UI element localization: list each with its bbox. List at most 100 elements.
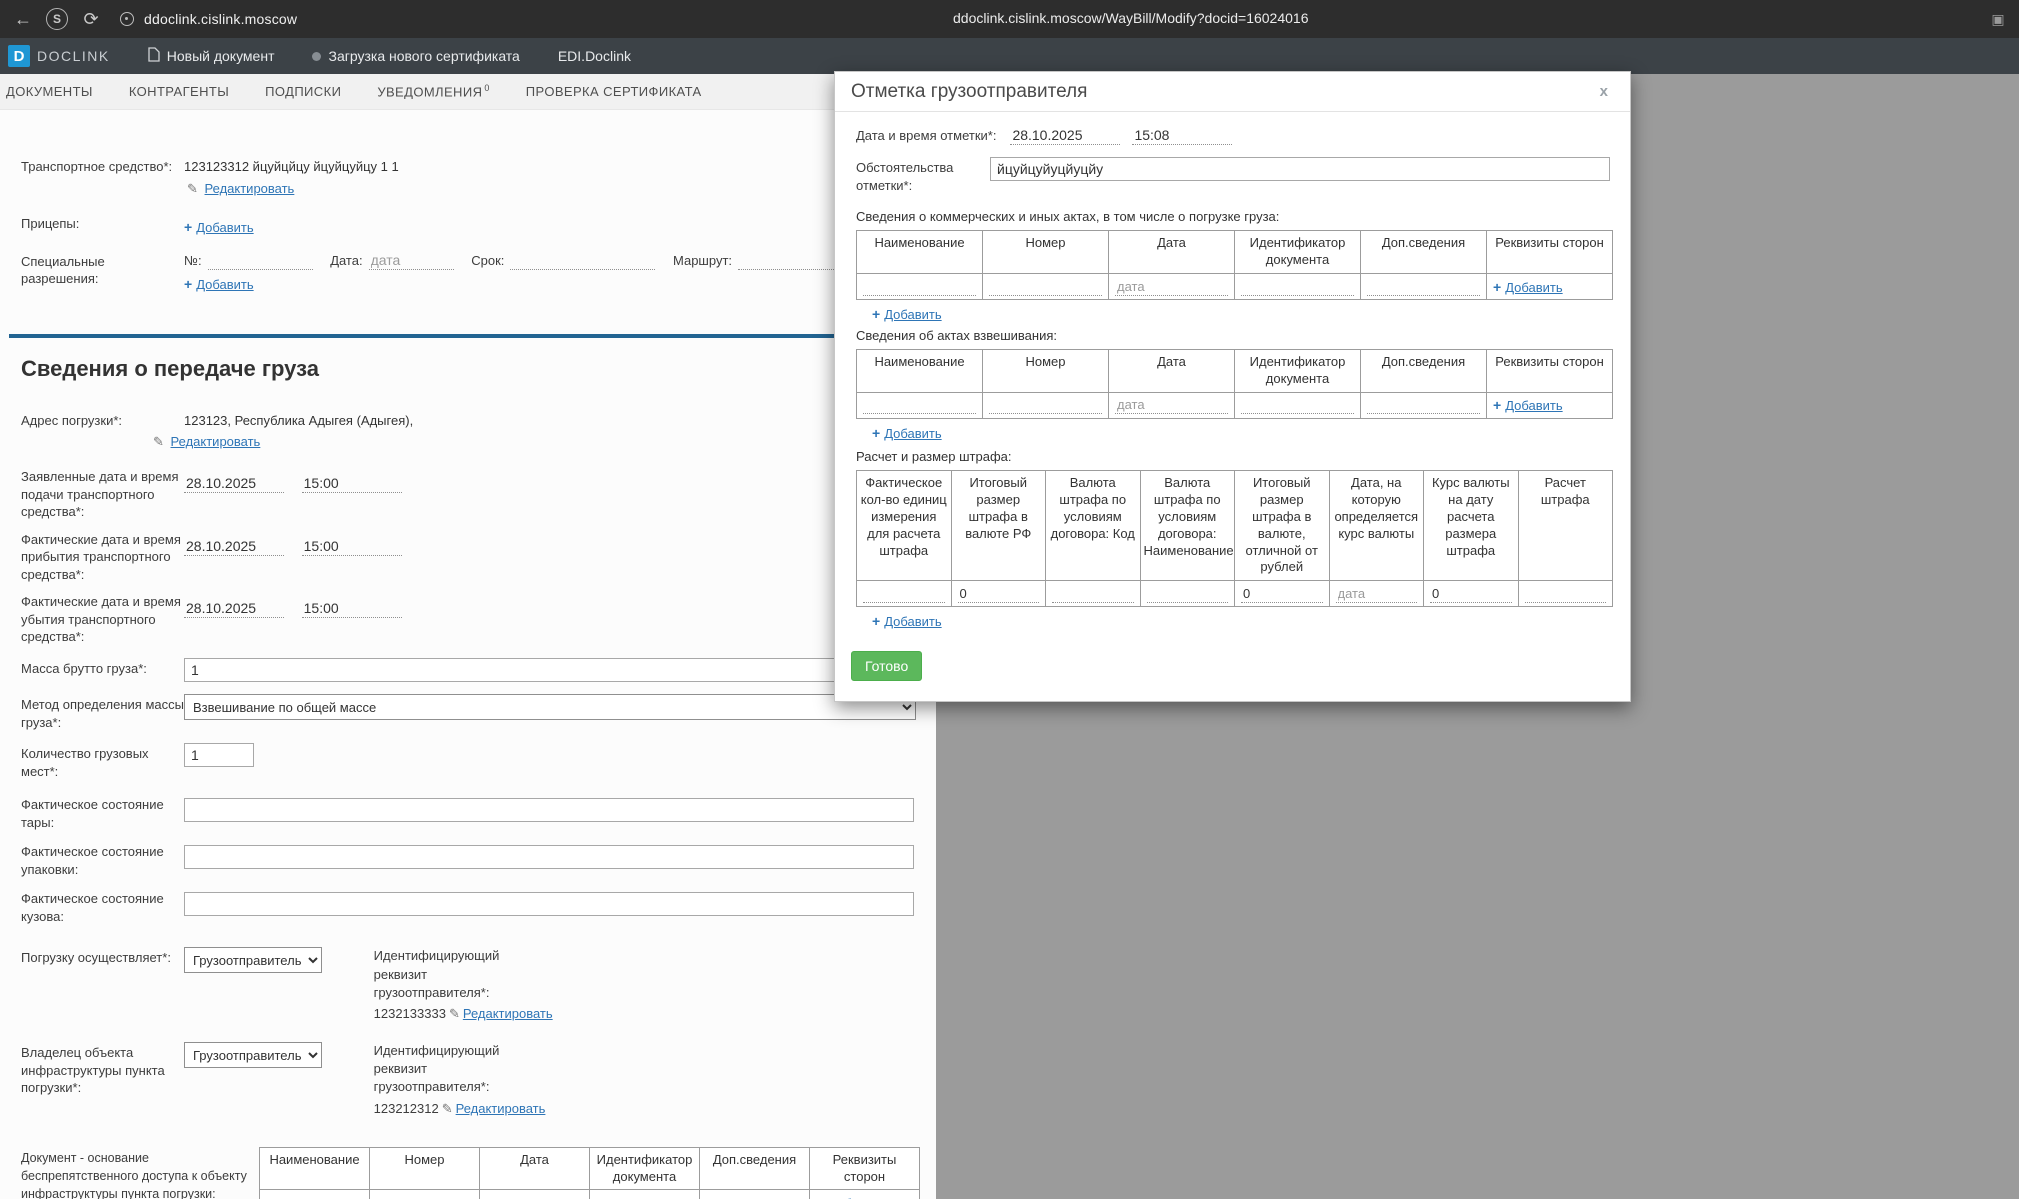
circumstances-label: Обстоятельства отметки*: <box>856 160 954 194</box>
act-name-input[interactable] <box>863 277 976 296</box>
upload-certificate-button[interactable]: Загрузка нового сертификата <box>312 48 520 64</box>
weighing-acts-data-row: +Добавить <box>856 391 1613 419</box>
cargo-places-row: Количество грузовых мест*: <box>21 743 914 780</box>
transfer-section-title: Сведения о передаче груза <box>21 355 319 381</box>
close-icon[interactable]: x <box>1594 81 1614 102</box>
doc-date-input[interactable] <box>486 1193 583 1199</box>
mark-date-input[interactable] <box>1010 126 1121 145</box>
special-permits-row: Специальные разрешения: №: Дата: Срок: М… <box>21 250 914 292</box>
doc-name-input[interactable] <box>266 1193 363 1199</box>
back-icon[interactable]: ← <box>10 6 36 32</box>
fine-foreign-sum-input[interactable] <box>1241 584 1323 603</box>
infra-owner-select[interactable]: Грузоотправитель <box>184 1042 322 1069</box>
declared-date-input[interactable] <box>184 474 284 494</box>
nav-certificate-check[interactable]: ПРОВЕРКА СЕРТИФИКАТА <box>526 84 702 99</box>
act-extra-input[interactable] <box>1367 277 1480 296</box>
gross-mass-input[interactable] <box>184 658 914 683</box>
loader-row: Погрузку осуществляет*: Грузоотправитель… <box>21 947 914 1022</box>
doc-extra-input[interactable] <box>706 1193 803 1199</box>
act-row-add-link[interactable]: + Добавить <box>1493 279 1563 295</box>
col-header: Идентификатор документа <box>1234 230 1361 275</box>
add-commercial-act-link[interactable]: + Добавить <box>872 306 942 322</box>
fine-rate-date-input[interactable] <box>1335 584 1417 603</box>
permit-term-input[interactable] <box>510 250 656 270</box>
permit-term-label: Срок: <box>471 252 505 268</box>
arrival-date-input[interactable] <box>184 536 284 556</box>
done-button[interactable]: Готово <box>851 651 923 682</box>
col-header: Расчет штрафа <box>1517 469 1613 582</box>
browser-chrome: ← S ⟳ ddoclink.cislink.moscow ddoclink.c… <box>0 0 2019 38</box>
declared-time-input[interactable] <box>301 474 402 494</box>
weigh-extra-input[interactable] <box>1367 396 1480 415</box>
col-header: Дата <box>1108 349 1235 393</box>
pencil-icon[interactable]: ✎ <box>449 1006 460 1021</box>
site-info-icon[interactable] <box>120 12 134 26</box>
loader-requisite-edit-link[interactable]: Редактировать <box>463 1006 553 1021</box>
circumstances-input[interactable] <box>990 157 1610 181</box>
tare-state-input[interactable] <box>184 798 914 823</box>
doclink-logo-icon[interactable]: D <box>8 45 30 67</box>
col-header: Итоговый размер штрафа в валюте, отлично… <box>1234 469 1330 582</box>
edi-doclink-link[interactable]: EDI.Doclink <box>558 48 631 64</box>
loading-address-row: Адрес погрузки*: 123123, Республика Адыг… <box>21 410 914 451</box>
add-weighing-act-link[interactable]: + Добавить <box>872 425 942 441</box>
address-bar[interactable]: ddoclink.cislink.moscow <box>120 11 297 27</box>
infra-owner-requisite-edit-link[interactable]: Редактировать <box>456 1101 546 1116</box>
col-header: Реквизиты сторон <box>1486 230 1613 275</box>
fine-rf-sum-input[interactable] <box>957 584 1039 603</box>
weigh-date-input[interactable] <box>1115 396 1228 415</box>
col-header: Наименование <box>856 349 983 393</box>
nav-counterparties[interactable]: КОНТРАГЕНТЫ <box>129 84 229 99</box>
act-id-input[interactable] <box>1241 277 1354 296</box>
act-date-input[interactable] <box>1115 277 1228 296</box>
address-edit-link[interactable]: Редактировать <box>171 434 261 449</box>
body-state-input[interactable] <box>184 892 914 917</box>
fine-currency-code-input[interactable] <box>1052 584 1134 603</box>
nav-notifications[interactable]: УВЕДОМЛЕНИЯ 0 <box>377 83 489 99</box>
add-permit-link[interactable]: + Добавить <box>184 276 254 292</box>
departure-time-input[interactable] <box>301 599 402 619</box>
refresh-icon[interactable]: ⟳ <box>78 6 104 32</box>
transport-edit-link[interactable]: Редактировать <box>205 181 295 196</box>
nav-documents[interactable]: ДОКУМЕНТЫ <box>6 84 93 99</box>
weigh-name-input[interactable] <box>863 396 976 415</box>
add-trailer-link[interactable]: + Добавить <box>184 219 254 235</box>
add-fine-link[interactable]: + Добавить <box>872 613 942 629</box>
access-doc-header-row: Наименование Номер Дата Идентификатор до… <box>259 1146 920 1191</box>
brand-name[interactable]: DOCLINK <box>37 48 110 64</box>
weigh-row-add-link[interactable]: + Добавить <box>1493 397 1563 413</box>
modal-title: Отметка грузоотправителя <box>851 80 1088 102</box>
permit-date-input[interactable] <box>368 250 454 270</box>
extension-s-icon[interactable]: S <box>46 8 68 30</box>
cargo-places-input[interactable] <box>184 743 254 768</box>
packaging-state-input[interactable] <box>184 845 914 870</box>
col-header: Номер <box>982 349 1109 393</box>
permit-number-input[interactable] <box>207 250 313 270</box>
departure-date-input[interactable] <box>184 599 284 619</box>
browser-extension-icon[interactable]: ▣ <box>1985 6 2011 32</box>
pencil-icon[interactable]: ✎ <box>187 181 198 196</box>
pencil-icon[interactable]: ✎ <box>442 1101 453 1116</box>
loader-select[interactable]: Грузоотправитель <box>184 947 322 974</box>
fine-rate-input[interactable] <box>1430 584 1512 603</box>
fine-currency-name-input[interactable] <box>1146 584 1228 603</box>
tare-state-row: Фактическое состояние тары: <box>21 794 914 831</box>
act-number-input[interactable] <box>989 277 1102 296</box>
permit-date-label: Дата: <box>330 252 363 268</box>
declared-datetime-label: Заявленные дата и время подачи транспорт… <box>21 469 179 520</box>
weigh-number-input[interactable] <box>989 396 1102 415</box>
new-document-button[interactable]: Новый документ <box>148 47 274 65</box>
arrival-time-input[interactable] <box>301 536 402 556</box>
loader-requisite-block: Идентифицирующий реквизит грузоотправите… <box>374 947 553 1022</box>
mark-time-input[interactable] <box>1132 126 1233 145</box>
mass-method-select[interactable]: Взвешивание по общей массе <box>184 694 916 721</box>
loader-requisite-label: Идентифицирующий реквизит грузоотправите… <box>373 948 500 1000</box>
nav-subscriptions[interactable]: ПОДПИСКИ <box>265 84 341 99</box>
packaging-state-label: Фактическое состояние упаковки: <box>21 844 164 877</box>
doc-id-input[interactable] <box>596 1193 693 1199</box>
fine-qty-input[interactable] <box>863 584 945 603</box>
fine-calc-input[interactable] <box>1524 584 1606 603</box>
pencil-icon[interactable]: ✎ <box>153 434 164 449</box>
weigh-id-input[interactable] <box>1241 396 1354 415</box>
doc-number-input[interactable] <box>376 1193 473 1199</box>
